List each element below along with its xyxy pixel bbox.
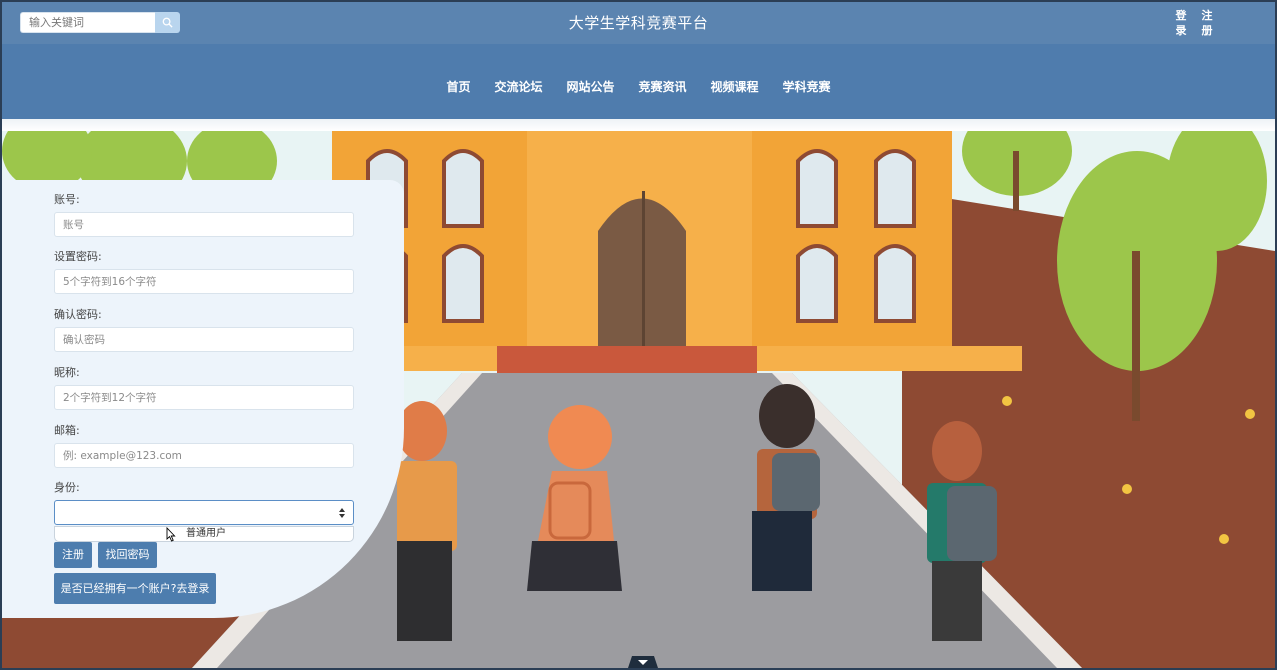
role-option-regular-user[interactable]: 普通用户 bbox=[54, 526, 354, 542]
register-link-char-1[interactable]: 注 bbox=[1200, 8, 1214, 23]
nickname-input[interactable] bbox=[54, 385, 354, 410]
login-link-char-2[interactable]: 录 bbox=[1174, 23, 1188, 38]
role-label: 身份: bbox=[54, 481, 80, 494]
email-input[interactable] bbox=[54, 443, 354, 468]
account-input[interactable] bbox=[54, 212, 354, 237]
recover-password-button[interactable]: 找回密码 bbox=[98, 542, 157, 568]
app-window: 大学生学科竞赛平台 登 注 录 册 首页 交流论坛 网站公告 竞赛资讯 视频课程… bbox=[2, 2, 1275, 668]
nav-item-video-courses[interactable]: 视频课程 bbox=[711, 78, 759, 95]
account-label: 账号: bbox=[54, 193, 80, 206]
nav-item-subject-competitions[interactable]: 学科竞赛 bbox=[783, 78, 831, 95]
site-title: 大学生学科竞赛平台 bbox=[568, 14, 709, 32]
scroll-down-icon[interactable] bbox=[628, 656, 658, 668]
nav-item-home[interactable]: 首页 bbox=[446, 78, 470, 95]
register-button[interactable]: 注册 bbox=[54, 542, 92, 568]
register-link-char-2[interactable]: 册 bbox=[1200, 23, 1214, 38]
top-bar: 大学生学科竞赛平台 登 注 录 册 bbox=[2, 2, 1275, 44]
password-input[interactable] bbox=[54, 269, 354, 294]
main-nav: 首页 交流论坛 网站公告 竞赛资讯 视频课程 学科竞赛 bbox=[2, 44, 1275, 119]
confirm-password-label: 确认密码: bbox=[54, 308, 102, 321]
mouse-cursor-icon bbox=[166, 527, 176, 542]
email-label: 邮箱: bbox=[54, 424, 80, 437]
auth-links: 登 注 录 册 bbox=[1174, 8, 1214, 38]
nav-item-announcements[interactable]: 网站公告 bbox=[566, 78, 614, 95]
nav-item-forum[interactable]: 交流论坛 bbox=[494, 78, 542, 95]
role-select[interactable] bbox=[54, 500, 354, 525]
select-caret-icon bbox=[339, 508, 345, 518]
password-label: 设置密码: bbox=[54, 250, 102, 263]
go-to-login-button[interactable]: 是否已经拥有一个账户?去登录 bbox=[54, 573, 216, 604]
nickname-label: 昵称: bbox=[54, 366, 80, 379]
confirm-password-input[interactable] bbox=[54, 327, 354, 352]
nav-item-competition-news[interactable]: 竞赛资讯 bbox=[639, 78, 687, 95]
login-link-char-1[interactable]: 登 bbox=[1174, 8, 1188, 23]
nav-divider bbox=[2, 119, 1275, 131]
